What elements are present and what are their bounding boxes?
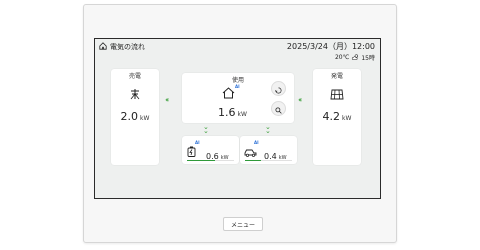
- cloud-sun-icon: [351, 53, 359, 62]
- usage-card[interactable]: 使用 AI 1.6 kW: [182, 73, 294, 123]
- ev-progress: [245, 159, 292, 161]
- search-button[interactable]: [271, 101, 286, 116]
- usage-value: 1.6: [218, 106, 236, 119]
- sell-label: 売電: [128, 73, 141, 80]
- generation-unit: kW: [342, 115, 352, 122]
- home-icon[interactable]: [99, 42, 107, 52]
- battery-card[interactable]: AI 0.6 kW: [182, 136, 239, 164]
- page-title: 電気の流れ: [99, 42, 145, 52]
- sell-card[interactable]: 売電 2.0 kW: [111, 69, 159, 165]
- power-pole-icon: [111, 85, 159, 104]
- sell-value: 2.0: [120, 110, 139, 123]
- generation-label: 発電: [330, 73, 343, 80]
- flow-arrow-left-icon: ‹‹‹: [165, 96, 170, 104]
- control-panel-device: 電気の流れ 2025/3/24（月）12:00 20℃ 15時 売電 2.0 k…: [83, 4, 397, 243]
- battery-progress: [187, 159, 234, 161]
- menu-button[interactable]: メニュー: [223, 217, 263, 231]
- usage-unit: kW: [237, 111, 247, 118]
- ev-ai-badge: AI: [254, 140, 259, 145]
- battery-progress-fill: [187, 159, 216, 161]
- solar-panel-icon: [313, 85, 361, 104]
- battery-ai-badge: AI: [195, 140, 200, 145]
- touch-screen: 電気の流れ 2025/3/24（月）12:00 20℃ 15時 売電 2.0 k…: [94, 38, 381, 231]
- flow-arrow-left-icon: ‹‹‹: [298, 96, 303, 104]
- weather-value: 15時: [361, 55, 375, 62]
- datetime: 2025/3/24（月）12:00: [286, 42, 375, 51]
- ev-card[interactable]: AI 0.4 kW: [240, 136, 297, 164]
- recycle-icon: [275, 79, 282, 98]
- status-area: 2025/3/24（月）12:00 20℃ 15時: [287, 41, 375, 62]
- usage-ai-badge: AI: [235, 84, 240, 89]
- temperature: 20℃: [334, 54, 350, 61]
- sell-unit: kW: [140, 115, 150, 122]
- search-icon: [275, 99, 282, 118]
- eco-cycle-button[interactable]: [271, 81, 286, 96]
- flow-arrow-down-icon: ⌄ ⌄: [265, 123, 271, 135]
- ev-progress-fill: [245, 159, 262, 161]
- flow-arrow-down-icon: ⌄ ⌄: [203, 123, 209, 135]
- page-title-text: 電気の流れ: [110, 43, 145, 51]
- generation-value: 4.2: [322, 110, 341, 123]
- generation-card[interactable]: 発電 4.2 kW: [313, 69, 361, 165]
- weather-info: 20℃ 15時: [287, 53, 375, 62]
